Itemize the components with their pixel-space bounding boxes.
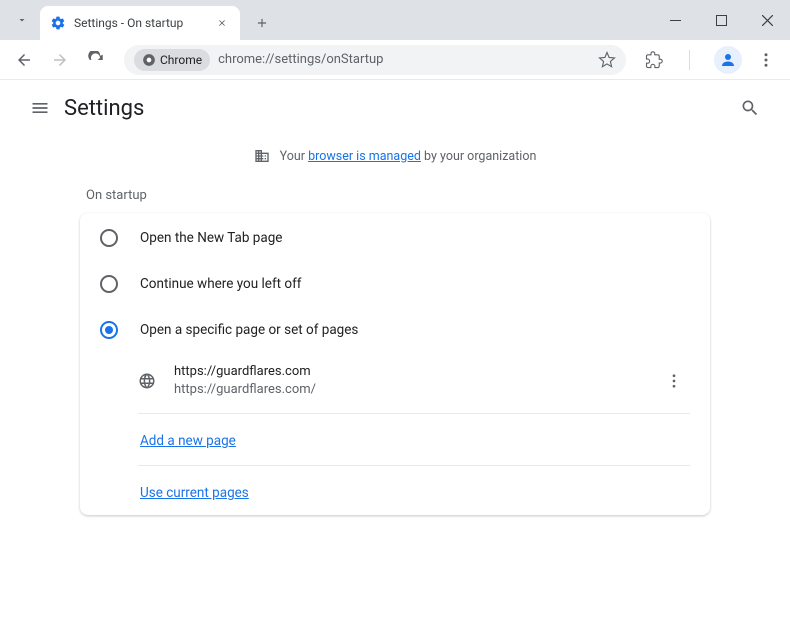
address-bar[interactable]: Chrome chrome://settings/onStartup (124, 45, 626, 75)
new-tab-button[interactable] (248, 9, 276, 37)
add-page-link[interactable]: Add a new page (140, 433, 236, 449)
window-controls (652, 0, 790, 40)
page-entry-menu-button[interactable] (658, 372, 690, 390)
use-current-link[interactable]: Use current pages (140, 485, 249, 501)
browser-tab[interactable]: Settings - On startup (40, 6, 240, 40)
settings-content: On startup Open the New Tab page Continu… (0, 176, 790, 515)
minimize-button[interactable] (652, 0, 698, 40)
search-button[interactable] (730, 88, 770, 128)
managed-text: Your browser is managed by your organiza… (280, 149, 537, 164)
tab-title: Settings - On startup (74, 16, 206, 30)
chrome-menu-button[interactable] (750, 44, 782, 76)
extensions-button[interactable] (638, 44, 670, 76)
reload-button[interactable] (80, 44, 112, 76)
settings-header: Settings (0, 80, 790, 136)
managed-link[interactable]: browser is managed (308, 149, 421, 164)
back-button[interactable] (8, 44, 40, 76)
menu-button[interactable] (20, 88, 60, 128)
option-new-tab[interactable]: Open the New Tab page (80, 215, 710, 261)
building-icon (254, 148, 270, 164)
bookmark-star-icon[interactable] (598, 51, 616, 69)
chrome-icon (142, 53, 156, 67)
site-chip-label: Chrome (160, 53, 202, 67)
forward-button[interactable] (44, 44, 76, 76)
page-entry-title: https://guardflares.com (174, 363, 640, 381)
option-label: Open a specific page or set of pages (140, 322, 358, 338)
browser-toolbar: Chrome chrome://settings/onStartup (0, 40, 790, 80)
close-tab-button[interactable] (214, 15, 230, 31)
option-label: Open the New Tab page (140, 230, 282, 246)
option-continue[interactable]: Continue where you left off (80, 261, 710, 307)
page-entry-text: https://guardflares.com https://guardfla… (174, 363, 640, 399)
site-chip[interactable]: Chrome (134, 49, 210, 71)
maximize-button[interactable] (698, 0, 744, 40)
startup-page-entry: https://guardflares.com https://guardfla… (80, 353, 710, 409)
section-title: On startup (80, 176, 710, 213)
radio-icon (100, 321, 118, 339)
divider (138, 465, 690, 466)
option-specific-pages[interactable]: Open a specific page or set of pages (80, 307, 710, 353)
managed-banner: Your browser is managed by your organiza… (0, 136, 790, 176)
page-title: Settings (64, 96, 144, 121)
tabs-dropdown-button[interactable] (8, 6, 36, 34)
radio-icon (100, 275, 118, 293)
close-window-button[interactable] (744, 0, 790, 40)
radio-icon (100, 229, 118, 247)
add-page-row: Add a new page (80, 418, 710, 461)
globe-icon (138, 372, 156, 390)
use-current-row: Use current pages (80, 470, 710, 513)
profile-button[interactable] (714, 46, 742, 74)
page-entry-url: https://guardflares.com/ (174, 381, 640, 399)
gear-icon (50, 15, 66, 31)
divider (138, 413, 690, 414)
startup-card: Open the New Tab page Continue where you… (80, 213, 710, 515)
toolbar-divider (674, 44, 706, 76)
option-label: Continue where you left off (140, 276, 302, 292)
url-text: chrome://settings/onStartup (218, 52, 590, 67)
title-bar: Settings - On startup (0, 0, 790, 40)
